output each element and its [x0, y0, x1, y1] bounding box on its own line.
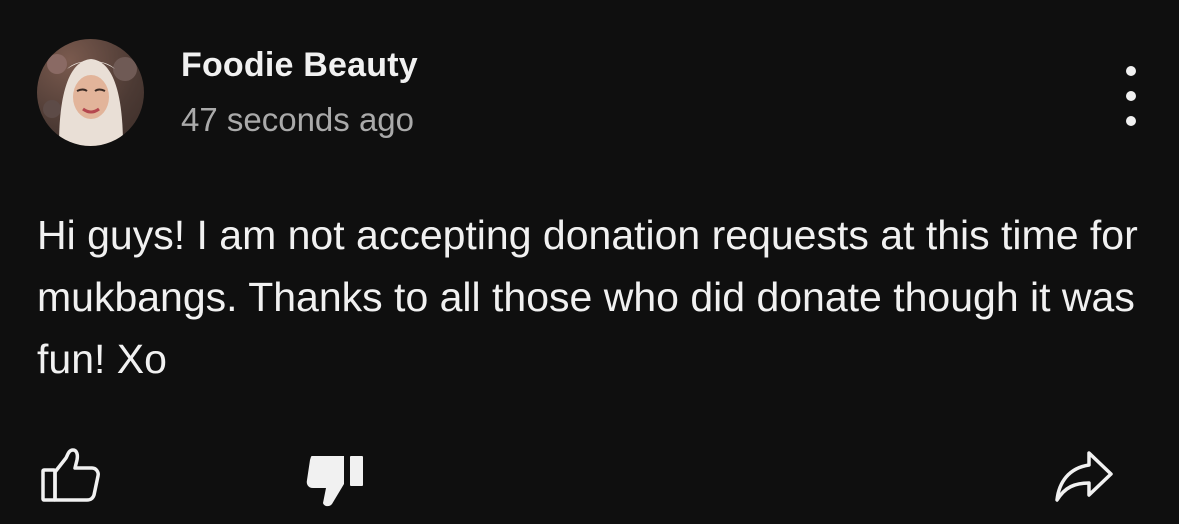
more-vert-icon[interactable] — [1115, 66, 1147, 126]
comment-text: Hi guys! I am not accepting donation req… — [37, 212, 1138, 382]
thumbs-down-filled-icon[interactable] — [304, 452, 368, 508]
thumbs-up-icon[interactable] — [40, 446, 102, 504]
share-icon[interactable] — [1053, 448, 1115, 504]
avatar-image — [43, 54, 137, 146]
comment-author[interactable]: Foodie Beauty — [181, 46, 418, 85]
menu-dot — [1126, 66, 1136, 76]
avatar[interactable] — [37, 39, 144, 146]
comment-timestamp: 47 seconds ago — [181, 101, 415, 138]
menu-dot — [1126, 91, 1136, 101]
menu-dot — [1126, 116, 1136, 126]
